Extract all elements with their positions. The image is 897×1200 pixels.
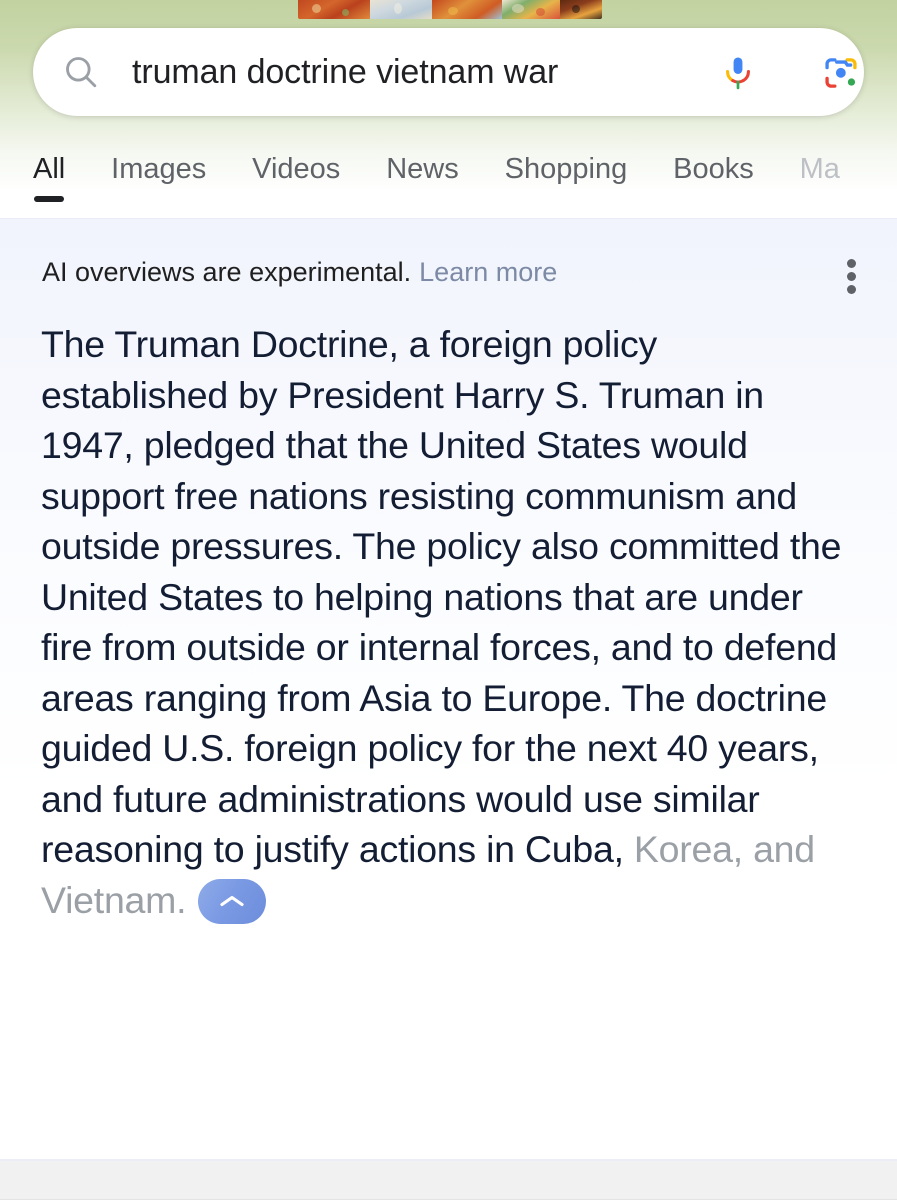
ai-overview-body-visible: The Truman Doctrine, a foreign policy es… [41,323,842,870]
tab-spacer [632,143,669,144]
tab-spacer [758,143,795,144]
google-lens-icon[interactable] [822,54,860,92]
browser-bottom-bar [0,1161,897,1200]
collapse-overview-button[interactable] [198,878,267,924]
tab-spacer [211,143,248,144]
google-doodle-image[interactable] [298,0,602,19]
search-input[interactable]: truman doctrine vietnam war [132,28,558,116]
search-icon [63,54,99,90]
tab-label: All [33,153,66,185]
search-bar[interactable]: truman doctrine vietnam war [33,28,864,116]
tab-active-underline [34,196,65,202]
tab-videos[interactable]: Videos [252,143,340,195]
tab-spacer [463,143,500,144]
chevron-up-icon [220,895,244,906]
tab-all[interactable]: All [33,143,66,202]
search-vertical-tabs: All Images Videos News Shopping Books Ma [0,143,897,218]
tab-shopping[interactable]: Shopping [505,143,628,195]
ai-overview-disclaimer-text: AI overviews are experimental. [42,257,412,287]
ai-overview-text: The Truman Doctrine, a foreign policy es… [41,319,853,925]
ai-overview-panel: AI overviews are experimental. Learn more… [0,218,897,1143]
tab-spacer [345,143,382,144]
tab-images[interactable]: Images [111,143,206,195]
tab-news[interactable]: News [386,143,459,195]
more-options-kebab-icon[interactable] [838,259,866,294]
google-search-results-page: truman doctrine vietnam war All Images V… [0,0,897,1200]
ai-overview-disclaimer: AI overviews are experimental. Learn more [42,252,557,292]
tab-spacer [70,143,107,144]
learn-more-link[interactable]: Learn more [419,257,557,287]
tab-books[interactable]: Books [673,143,754,195]
microphone-icon[interactable] [719,54,757,92]
tab-maps[interactable]: Ma [800,143,840,195]
